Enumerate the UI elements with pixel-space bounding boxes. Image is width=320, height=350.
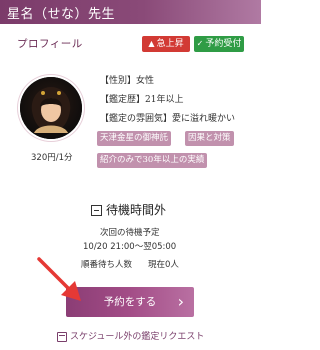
price-per-minute: 320円/1分 (31, 153, 73, 163)
minus-box-icon (91, 205, 102, 216)
chevron-right-icon: › (177, 292, 184, 311)
rising-icon: ▲ (148, 39, 155, 48)
career-label: 【鑑定歴】 (100, 95, 146, 105)
waiting-status: 待機時間外 (91, 201, 166, 218)
avatar (20, 77, 82, 139)
queue-count: 現在0人 (148, 260, 179, 270)
profile-section-label: プロフィール (17, 38, 83, 50)
tag-item[interactable]: 因果と対策 (185, 131, 234, 146)
header-bar: 星名（せな）先生 (0, 0, 261, 24)
atmosphere-value: 愛に溢れ暖かい (172, 114, 236, 124)
tag-item[interactable]: 紹介のみで30年以上の実績 (97, 153, 208, 168)
reserve-button-label: 予約をする (103, 296, 157, 308)
atmosphere-row: 【鑑定の雰囲気】愛に溢れ暖かい (100, 111, 235, 124)
request-outside-schedule-link[interactable]: スケジュール外の鑑定リクエスト (57, 329, 204, 342)
tag-item[interactable]: 天津金星の御神託 (97, 131, 172, 146)
red-arrow-icon (37, 257, 81, 301)
reservation-open-badge: ✓ 予約受付中 (194, 36, 244, 65)
gender-value: 女性 (136, 76, 155, 86)
gender-label: 【性別】 (100, 76, 137, 86)
avatar-frame (17, 74, 85, 142)
atmosphere-label: 【鑑定の雰囲気】 (100, 114, 173, 124)
check-icon: ✓ (196, 39, 204, 48)
career-value: 21年以上 (145, 95, 184, 105)
next-schedule-label: 次回の待機予定 (100, 228, 160, 238)
gender-row: 【性別】女性 (100, 73, 154, 86)
page-title: 星名（せな）先生 (7, 7, 116, 22)
calendar-icon (57, 331, 67, 342)
career-row: 【鑑定歴】21年以上 (100, 92, 183, 105)
next-schedule-time: 10/20 21:00～翌05:00 (83, 242, 177, 252)
rising-badge: ▲ 急上昇 (142, 36, 190, 52)
